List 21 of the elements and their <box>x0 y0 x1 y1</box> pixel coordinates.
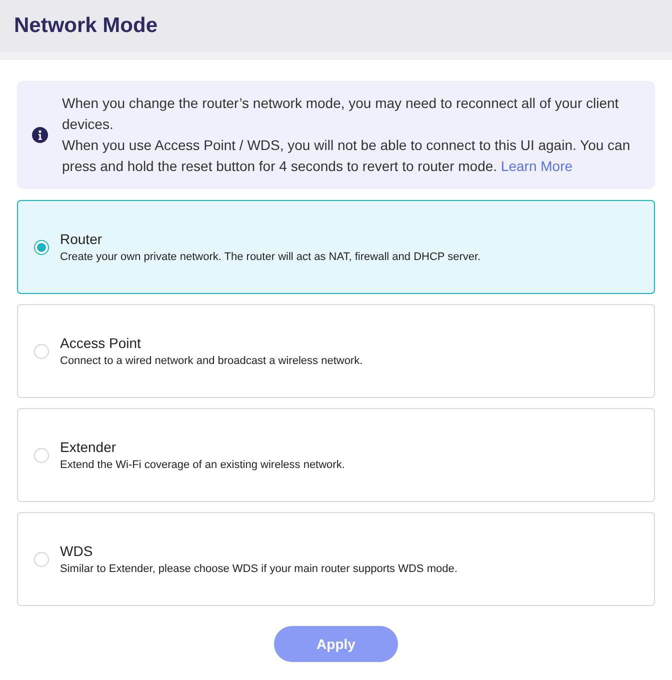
mode-description: Similar to Extender, please choose WDS if your main router supports WDS mode. <box>60 562 458 576</box>
mode-description: Extend the Wi-Fi coverage of an existing wireless network. <box>60 458 345 472</box>
radio-button[interactable] <box>34 448 49 462</box>
notice-text: When you change the router’s network mode, you may need to reconnect all of your client devices. <box>62 94 620 134</box>
mode-option[interactable]: Extender Extend the Wi-Fi coverage of an existing wireless network. <box>17 408 655 502</box>
mode-title: Access Point <box>60 334 142 352</box>
mode-option[interactable]: Router Create your own private network. The router will act as NAT, firewall and DHCP server. <box>17 200 655 294</box>
radio-button[interactable] <box>34 240 49 254</box>
mode-option[interactable]: Access Point Connect to a wired network and broadcast a wireless network. <box>17 304 655 398</box>
info-icon <box>32 127 48 143</box>
page-title: Network Mode <box>14 13 158 40</box>
radio-button[interactable] <box>34 344 49 358</box>
learn-more-link[interactable]: Learn More <box>500 158 573 174</box>
mode-title: Router <box>60 230 104 248</box>
mode-title: WDS <box>60 542 94 560</box>
notice-text: When you use Access Point / WDS, you will not be able to connect to this UI again. You can press and hold the reset button for 4 seconds to revert to router mode. Learn More <box>62 136 632 176</box>
mode-title: Extender <box>60 438 118 456</box>
mode-option[interactable]: WDS Similar to Extender, please choose WDS if your main router supports WDS mode. <box>17 512 655 606</box>
radio-button[interactable] <box>34 552 49 566</box>
mode-description: Create your own private network. The router will act as NAT, firewall and DHCP server. <box>60 250 481 264</box>
mode-description: Connect to a wired network and broadcast a wireless network. <box>60 354 363 368</box>
